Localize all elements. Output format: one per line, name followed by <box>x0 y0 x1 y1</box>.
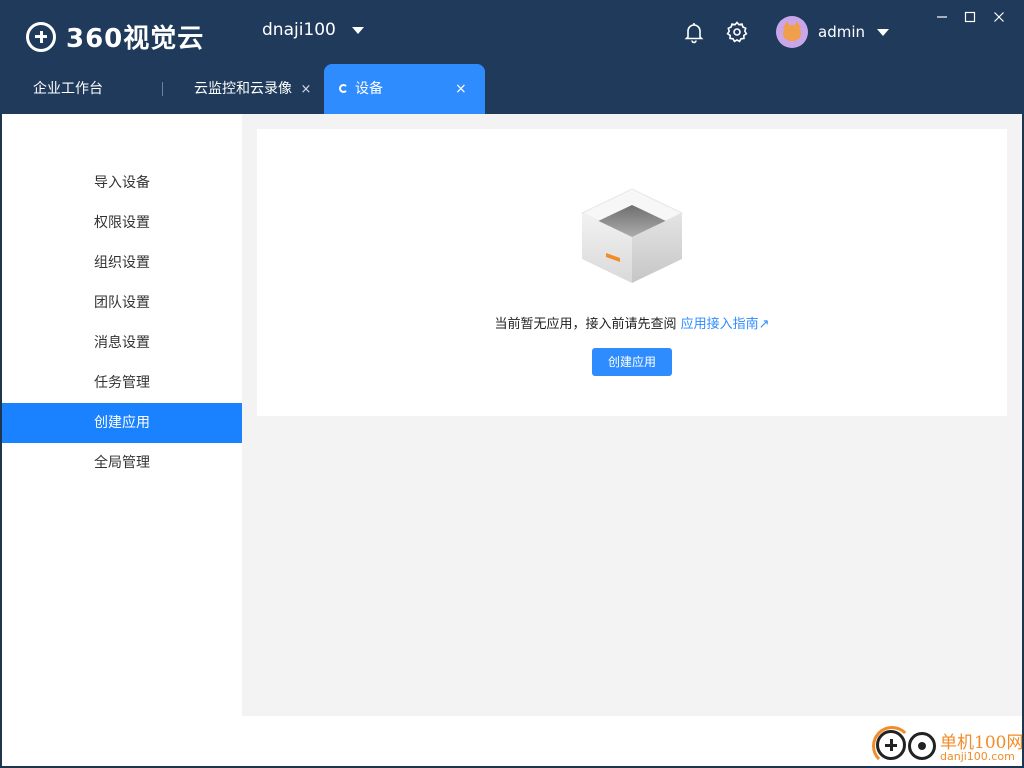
tab-cloud-monitoring[interactable]: 云监控和云录像 × <box>194 64 311 114</box>
close-icon[interactable]: × <box>300 82 311 97</box>
minimize-button[interactable] <box>932 8 952 26</box>
avatar <box>776 16 808 48</box>
account-switcher[interactable]: dnaji100 <box>262 20 364 40</box>
guide-link-label: 应用接入指南 <box>680 317 759 332</box>
settings-gear-icon[interactable] <box>725 20 749 44</box>
sidebar-item-import-devices[interactable]: 导入设备 <box>2 163 242 203</box>
maximize-button[interactable] <box>960 8 980 26</box>
chevron-down-icon <box>877 28 889 36</box>
logo-plus-icon <box>26 21 56 52</box>
external-link-icon: ↗ <box>758 317 770 332</box>
sidebar-item-messages[interactable]: 消息设置 <box>2 323 242 363</box>
create-app-button[interactable]: 创建应用 <box>592 348 672 376</box>
tab-label: 设备 <box>355 81 383 97</box>
sidebar-item-permissions[interactable]: 权限设置 <box>2 203 242 243</box>
sidebar-menu: 导入设备 权限设置 组织设置 团队设置 消息设置 任务管理 创建应用 全局管理 <box>2 163 242 483</box>
sidebar: 导入设备 权限设置 组织设置 团队设置 消息设置 任务管理 创建应用 全局管理 <box>2 114 242 766</box>
title-bar: 360视觉云 dnaji100 admin <box>0 0 1024 64</box>
sidebar-item-create-app[interactable]: 创建应用 <box>2 403 242 443</box>
tab-label: 企业工作台 <box>33 81 103 97</box>
tab-enterprise-workbench[interactable]: 企业工作台 <box>33 64 103 114</box>
app-logo: 360视觉云 <box>26 18 204 55</box>
close-icon[interactable]: × <box>455 64 467 114</box>
sidebar-item-tasks[interactable]: 任务管理 <box>2 363 242 403</box>
watermark-url: danji100.com <box>940 750 1015 763</box>
account-name: dnaji100 <box>262 20 336 40</box>
empty-message-text: 当前暂无应用，接入前请先查阅 <box>494 317 677 332</box>
empty-box-icon <box>580 187 684 285</box>
logo-text: 360视觉云 <box>66 24 205 54</box>
user-menu[interactable]: admin <box>776 16 889 48</box>
tab-divider <box>162 82 163 96</box>
sidebar-item-organization[interactable]: 组织设置 <box>2 243 242 283</box>
user-name: admin <box>818 23 865 41</box>
empty-state-card: 当前暂无应用，接入前请先查阅 应用接入指南↗ 创建应用 <box>257 129 1007 416</box>
site-watermark: 单机100网 danji100.com <box>872 726 1023 766</box>
close-window-button[interactable] <box>989 8 1009 26</box>
tab-devices[interactable]: 设备 × <box>324 64 485 114</box>
sidebar-item-global[interactable]: 全局管理 <box>2 443 242 483</box>
integration-guide-link[interactable]: 应用接入指南↗ <box>681 317 770 332</box>
notification-bell-icon[interactable] <box>682 20 706 44</box>
tab-bar: 企业工作台 云监控和云录像 × 设备 × <box>0 64 1024 114</box>
chevron-down-icon <box>351 26 364 34</box>
empty-state-message: 当前暂无应用，接入前请先查阅 应用接入指南↗ <box>257 313 1007 332</box>
refresh-icon <box>339 84 348 93</box>
tab-label: 云监控和云录像 <box>194 81 292 97</box>
watermark-plus-icon <box>876 730 906 760</box>
watermark-dot-icon <box>908 732 936 760</box>
fox-avatar-icon <box>783 21 801 41</box>
main-content: 当前暂无应用，接入前请先查阅 应用接入指南↗ 创建应用 <box>242 114 1022 716</box>
sidebar-item-team[interactable]: 团队设置 <box>2 283 242 323</box>
